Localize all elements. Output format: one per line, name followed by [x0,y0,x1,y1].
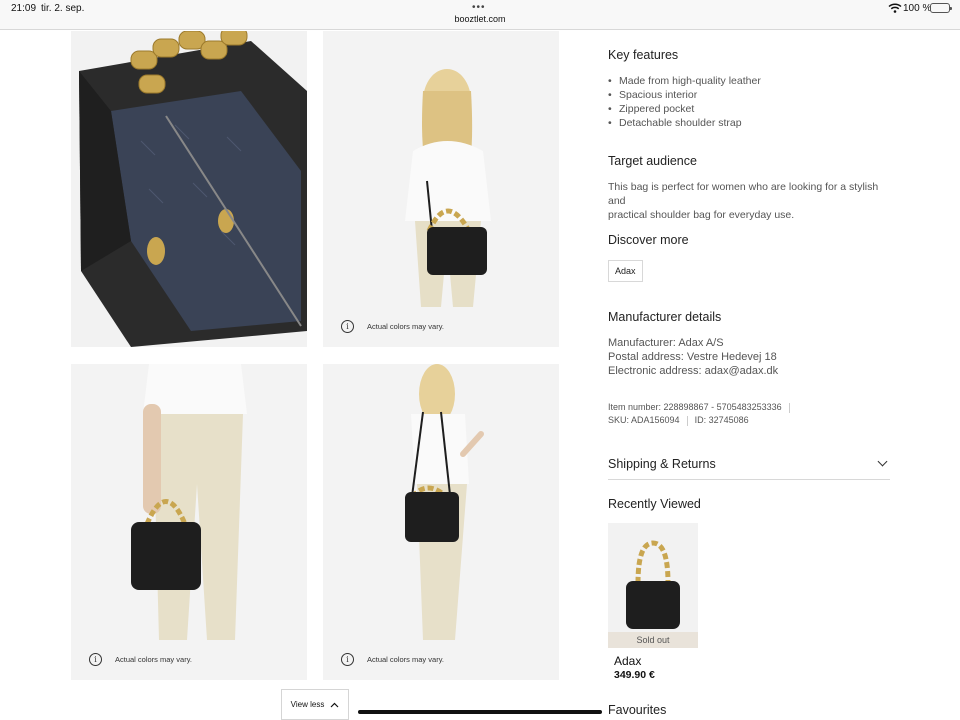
caption-text: Actual colors may vary. [115,655,192,664]
shipping-returns-accordion[interactable]: Shipping & Returns [608,448,890,480]
brand-tag-adax[interactable]: Adax [608,260,643,282]
manufacturer-name: Manufacturer: Adax A/S [608,337,724,349]
info-icon[interactable]: i [89,653,102,666]
favourites-heading: Favourites [608,703,667,717]
discover-more-heading: Discover more [608,233,689,247]
list-item: Detachable shoulder strap [608,116,761,130]
recently-viewed-brand[interactable]: Adax [614,654,641,668]
shipping-returns-label: Shipping & Returns [608,456,716,471]
model-side-illustration [323,364,559,680]
more-dots-icon[interactable]: ••• [472,2,486,13]
address-bar[interactable]: booztlet.com [0,14,960,24]
manufacturer-email: Electronic address: adax@adax.dk [608,365,779,377]
chevron-up-icon [330,702,339,707]
product-image-front-view[interactable]: i Actual colors may vary. [71,364,307,680]
view-less-button[interactable]: View less [281,689,349,720]
product-id: ID: 32745086 [694,415,749,425]
key-features-list: Made from high-quality leather Spacious … [608,74,761,130]
recently-viewed-bag-illustration [626,540,680,629]
list-item: Zippered pocket [608,102,761,116]
product-image-back-view[interactable]: i Actual colors may vary. [323,31,559,347]
list-item: Made from high-quality leather [608,74,761,88]
info-icon[interactable]: i [341,320,354,333]
model-back-illustration [323,31,559,347]
sold-out-badge: Sold out [608,632,698,648]
model-front-illustration [71,364,307,680]
list-item: Spacious interior [608,88,761,102]
home-indicator[interactable] [358,710,602,714]
chevron-down-icon [877,456,888,467]
manufacturer-details: Manufacturer: Adax A/S Postal address: V… [608,336,778,378]
target-audience-line-1: This bag is perfect for women who are lo… [608,181,879,207]
status-time: 21:09 [11,3,37,14]
status-date: tir. 2. sep. [41,3,85,14]
caption-text: Actual colors may vary. [367,322,444,331]
image-caption: i Actual colors may vary. [89,653,192,666]
recently-viewed-product-image[interactable]: Sold out [608,523,698,648]
view-less-label: View less [290,700,325,709]
image-caption: i Actual colors may vary. [341,320,444,333]
target-audience-text: This bag is perfect for women who are lo… [608,180,890,222]
recently-viewed-price: 349.90 € [614,669,655,681]
manufacturer-postal: Postal address: Vestre Hedevej 18 [608,351,777,363]
bag-interior-illustration [71,31,307,347]
target-audience-line-2: practical shoulder bag for everyday use. [608,209,795,221]
key-features-heading: Key features [608,48,679,62]
status-bar: 21:09 tir. 2. sep. ••• booztlet.com 100 … [0,0,960,30]
manufacturer-heading: Manufacturer details [608,310,722,324]
image-caption: i Actual colors may vary. [341,653,444,666]
sku: SKU: ADA156094 [608,415,680,425]
info-icon[interactable]: i [341,653,354,666]
wifi-icon [888,3,902,13]
caption-text: Actual colors may vary. [367,655,444,664]
product-image-side-view[interactable]: i Actual colors may vary. [323,364,559,680]
product-identifiers: Item number: 228898867 - 5705483253336 S… [608,401,797,427]
battery-percentage: 100 % [903,3,932,14]
item-number: Item number: 228898867 - 5705483253336 [608,402,782,412]
target-audience-heading: Target audience [608,154,697,168]
battery-icon [930,3,952,13]
product-image-interior[interactable] [71,31,307,347]
recently-viewed-heading: Recently Viewed [608,497,701,511]
